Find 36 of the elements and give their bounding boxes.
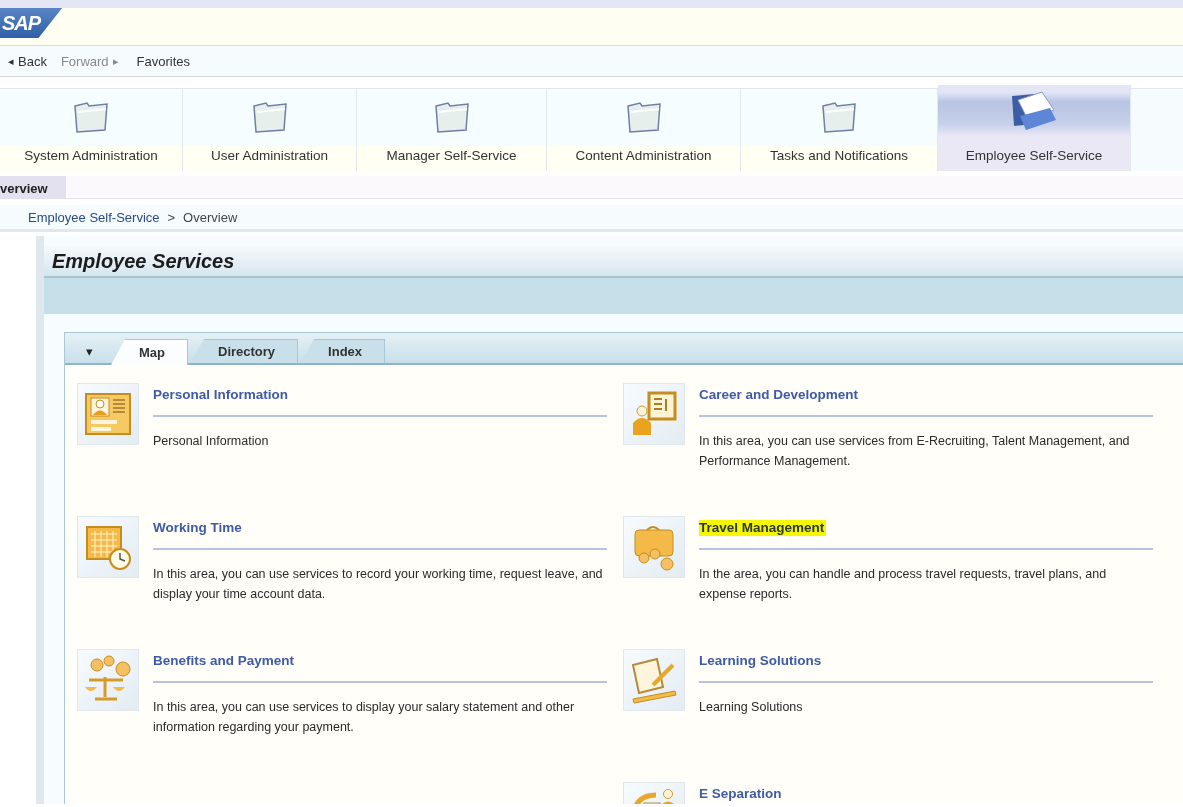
service-link[interactable]: Travel Management: [699, 520, 827, 536]
notepad-pencil-icon: [629, 655, 679, 705]
service-link[interactable]: Benefits and Payment: [153, 653, 297, 669]
folder-icon: [71, 100, 111, 134]
portal-tab[interactable]: System Administration: [0, 89, 183, 171]
sap-logo: SAP: [0, 8, 63, 38]
service-link[interactable]: Working Time: [153, 520, 244, 536]
folder-icon: [819, 100, 859, 134]
service-description: In this area, you can use services from E-Recruiting, Talent Management, and Performance Management.: [699, 433, 1131, 470]
portal-tab[interactable]: Tasks and Notifications: [741, 89, 938, 171]
back-arrow-icon: ◂: [8, 54, 14, 68]
portal-tab[interactable]: Employee Self-Service: [938, 85, 1131, 171]
view-tab[interactable]: Index: [300, 339, 386, 363]
view-tab[interactable]: Directory: [190, 339, 299, 363]
forward-arrow-icon: ▸: [112, 54, 119, 68]
favorites-link[interactable]: Favorites: [136, 53, 191, 69]
view-menu-button[interactable]: ▾: [69, 339, 109, 363]
portal-tab[interactable]: User Administration: [183, 89, 357, 171]
portal-tab[interactable]: Manager Self-Service: [357, 89, 547, 171]
service-link[interactable]: Career and Development: [699, 387, 861, 403]
view-tab[interactable]: Map: [111, 339, 188, 365]
portal-tab[interactable]: Content Administration: [547, 89, 741, 171]
breadcrumb-separator: >: [167, 209, 176, 225]
service-description: In the area, you can handle and process travel requests, travel plans, and expense reports.: [699, 566, 1108, 603]
service-link[interactable]: E Separation: [699, 786, 784, 802]
back-link[interactable]: ◂ Back: [8, 53, 47, 69]
service-description: Personal Information: [153, 433, 270, 450]
service-description: In this area, you can use services to record your working time, request leave, and display your time account data.: [153, 566, 603, 603]
breadcrumb-current: Overview: [183, 209, 238, 225]
panel-title: Employee Services: [44, 246, 1183, 278]
breadcrumb-link[interactable]: Employee Self-Service: [28, 209, 160, 225]
service-description: Learning Solutions: [699, 699, 804, 716]
service-description: In this area, you can use services to display your salary statement and other information regarding your payment.: [153, 699, 576, 736]
service-link[interactable]: Personal Information: [153, 387, 291, 403]
overview-tab[interactable]: verview: [0, 176, 66, 198]
service-link[interactable]: Learning Solutions: [699, 653, 824, 669]
